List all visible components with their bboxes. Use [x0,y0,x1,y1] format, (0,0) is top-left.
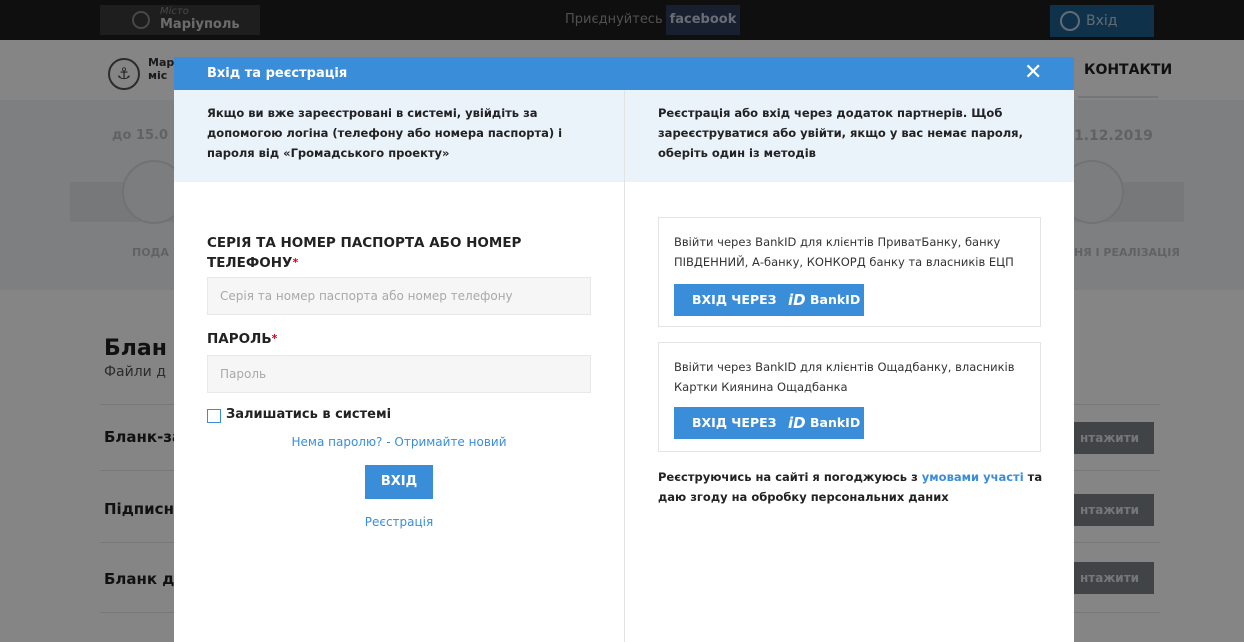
submit-login-button[interactable]: ВХІД [365,465,433,499]
required-mark: * [292,256,299,269]
partner-info-text: Реєстрація або вхід через додаток партне… [658,106,1023,160]
password-input[interactable] [207,355,591,393]
forgot-password-link[interactable]: Нема паролю? - Отримайте новий [174,435,624,449]
remember-checkbox[interactable] [207,409,221,423]
password-label: ПАРОЛЬ* [207,329,277,349]
login-modal: Вхід та реєстрація ✕ Якщо ви вже зареєст… [174,57,1074,642]
bankid-login-button[interactable]: ВХІД ЧЕРЕЗ iD BankID [674,407,864,439]
bankid-button-label: ВХІД ЧЕРЕЗ [692,292,777,307]
bankid-logo-icon: iD [788,291,806,309]
agreement-text: Реєструючись на сайті я погоджуюсь з умо… [658,467,1048,507]
login-info-text: Якщо ви вже зареєстровані в системі, уві… [207,106,563,160]
agreement-prefix: Реєструючись на сайті я погоджуюсь з [658,470,918,484]
bankid-button-label: ВХІД ЧЕРЕЗ [692,415,777,430]
bankid-brand: BankID [810,292,861,307]
passport-label-text: СЕРІЯ ТА НОМЕР ПАСПОРТА АБО НОМЕР ТЕЛЕФО… [207,235,522,271]
bankid-card-text: Ввійти через BankID для клієнтів ПриватБ… [674,235,1014,269]
modal-title: Вхід та реєстрація [207,66,348,81]
bankid-card-privat: Ввійти через BankID для клієнтів ПриватБ… [658,217,1041,327]
partner-info-panel: Реєстрація або вхід через додаток партне… [625,90,1074,182]
column-divider [624,90,625,642]
bankid-login-button[interactable]: ВХІД ЧЕРЕЗ iD BankID [674,284,864,316]
bankid-card-oschad: Ввійти через BankID для клієнтів Ощадбан… [658,342,1041,452]
bankid-brand: BankID [810,415,861,430]
close-icon[interactable]: ✕ [1024,60,1042,85]
remember-label[interactable]: Залишатись в системі [226,407,391,422]
login-info-panel: Якщо ви вже зареєстровані в системі, уві… [174,90,624,182]
modal-header: Вхід та реєстрація ✕ [174,57,1074,90]
passport-label: СЕРІЯ ТА НОМЕР ПАСПОРТА АБО НОМЕР ТЕЛЕФО… [207,233,567,273]
bankid-logo-icon: iD [788,414,806,432]
register-link[interactable]: Реєстрація [174,515,624,529]
bankid-card-text: Ввійти через BankID для клієнтів Ощадбан… [674,360,1015,394]
terms-link[interactable]: умовами участі [922,470,1024,484]
password-label-text: ПАРОЛЬ [207,331,272,347]
passport-input[interactable] [207,277,591,315]
required-mark: * [271,332,278,345]
